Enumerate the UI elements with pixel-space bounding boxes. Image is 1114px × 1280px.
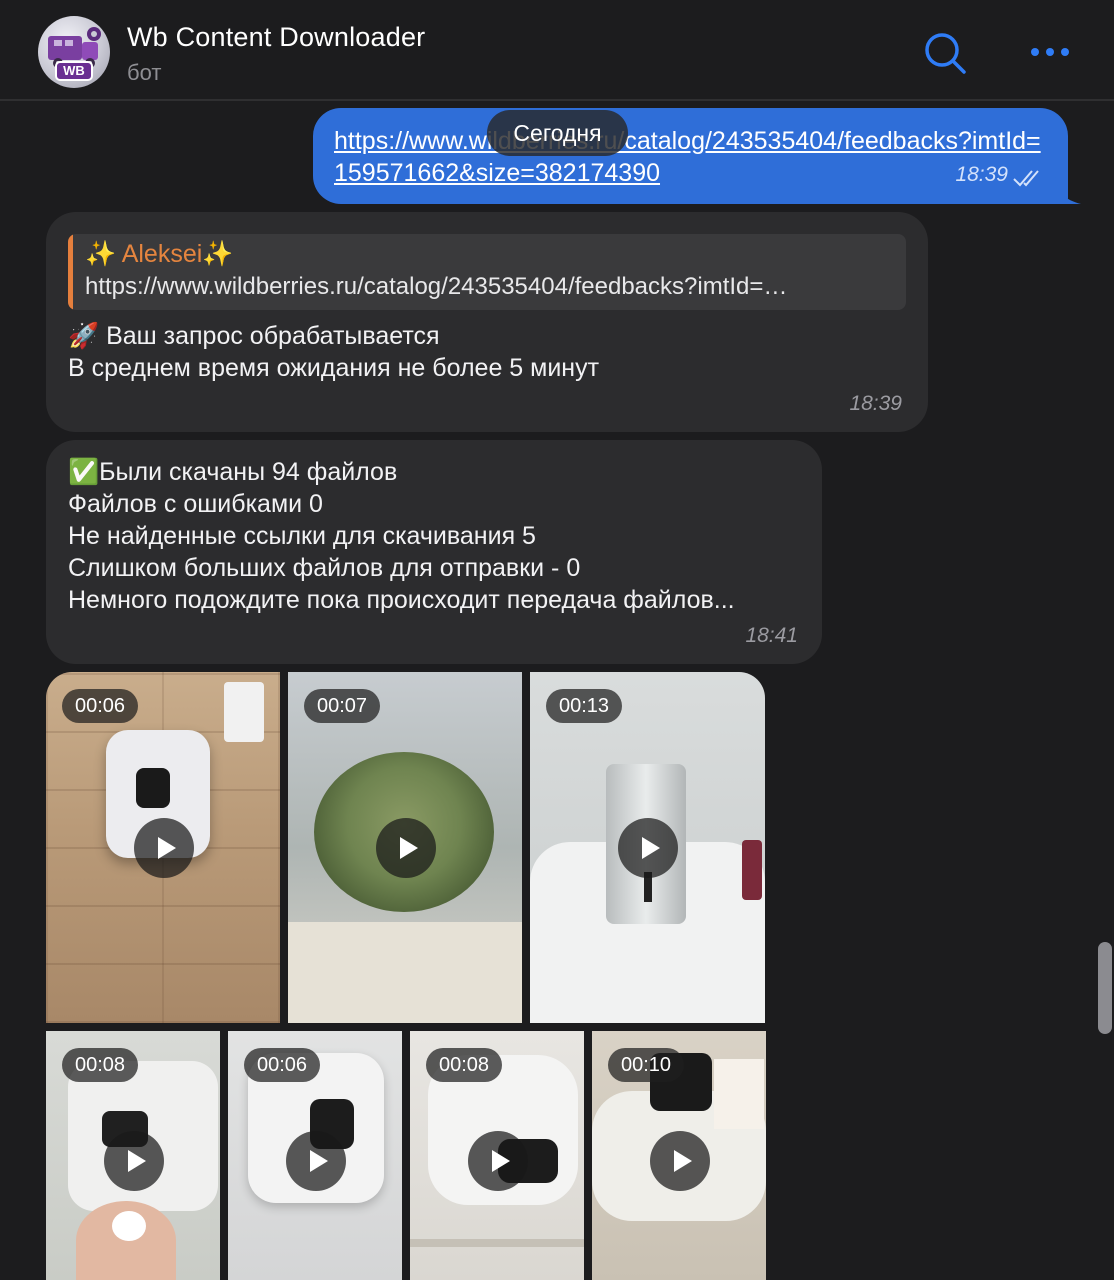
quoted-reply[interactable]: ✨ Aleksei✨ https://www.wildberries.ru/ca… [68, 234, 906, 310]
video-thumbnail[interactable]: 00:10 [592, 1031, 766, 1280]
video-thumbnail[interactable]: 00:06 [228, 1031, 402, 1280]
play-icon[interactable] [376, 818, 436, 878]
incoming-message-processing[interactable]: ✨ Aleksei✨ https://www.wildberries.ru/ca… [46, 212, 928, 432]
play-icon[interactable] [286, 1131, 346, 1191]
chat-header: WB Wb Content Downloader бот [0, 0, 1114, 101]
video-thumbnail[interactable]: 00:08 [46, 1031, 220, 1280]
bubble-tail [1055, 176, 1081, 204]
video-thumbnail[interactable]: 00:08 [410, 1031, 584, 1280]
play-icon[interactable] [104, 1131, 164, 1191]
video-duration: 00:07 [304, 689, 381, 723]
message-line: Немного подождите пока происходит переда… [68, 586, 735, 614]
quote-text: https://www.wildberries.ru/catalog/24353… [85, 273, 788, 300]
video-duration: 00:06 [244, 1048, 321, 1082]
video-duration: 00:08 [62, 1048, 139, 1082]
video-thumbnail[interactable]: 00:07 [288, 672, 522, 1023]
message-time: 18:39 [849, 392, 902, 415]
video-thumbnail[interactable]: 00:06 [46, 672, 280, 1023]
product-link[interactable]: https://www.wildberries.ru/catalog/24353… [334, 125, 1054, 189]
message-line: Не найденные ссылки для скачивания 5 [68, 522, 536, 550]
video-duration: 00:10 [608, 1048, 685, 1082]
message-line: ✅Были скачаны 94 файлов [68, 458, 398, 486]
chat-title[interactable]: Wb Content Downloader [127, 22, 425, 53]
quote-accent-bar [68, 234, 73, 310]
message-line: 🚀 Ваш запрос обрабатывается [68, 322, 440, 350]
play-icon[interactable] [618, 818, 678, 878]
more-options-button[interactable] [1028, 30, 1074, 76]
read-checkmarks-icon [1013, 170, 1039, 187]
bot-avatar[interactable]: WB [38, 16, 110, 88]
message-time: 18:41 [745, 624, 798, 647]
search-button[interactable] [922, 30, 968, 76]
play-icon[interactable] [468, 1131, 528, 1191]
quote-author: ✨ Aleksei✨ [85, 240, 234, 268]
video-duration: 00:06 [62, 689, 139, 723]
play-icon[interactable] [134, 818, 194, 878]
play-icon[interactable] [650, 1131, 710, 1191]
date-divider: Сегодня [487, 110, 628, 156]
search-icon [925, 33, 966, 74]
message-line: Слишком больших файлов для отправки - 0 [68, 554, 581, 582]
outgoing-message[interactable]: https://www.wildberries.ru/catalog/24353… [313, 108, 1068, 204]
more-dots-icon [1031, 48, 1069, 56]
message-line: В среднем время ожидания не более 5 мину… [68, 354, 600, 382]
message-line: Файлов с ошибками 0 [68, 490, 323, 518]
video-duration: 00:13 [546, 689, 623, 723]
video-thumbnail[interactable]: 00:13 [530, 672, 765, 1023]
message-time: 18:39 [955, 163, 1008, 186]
scrollbar-thumb[interactable] [1098, 942, 1112, 1034]
chat-subtitle: бот [127, 60, 162, 85]
incoming-message-status[interactable]: ✅Были скачаны 94 файлов Файлов с ошибкам… [46, 440, 822, 664]
avatar-label: WB [55, 61, 93, 81]
video-duration: 00:08 [426, 1048, 503, 1082]
